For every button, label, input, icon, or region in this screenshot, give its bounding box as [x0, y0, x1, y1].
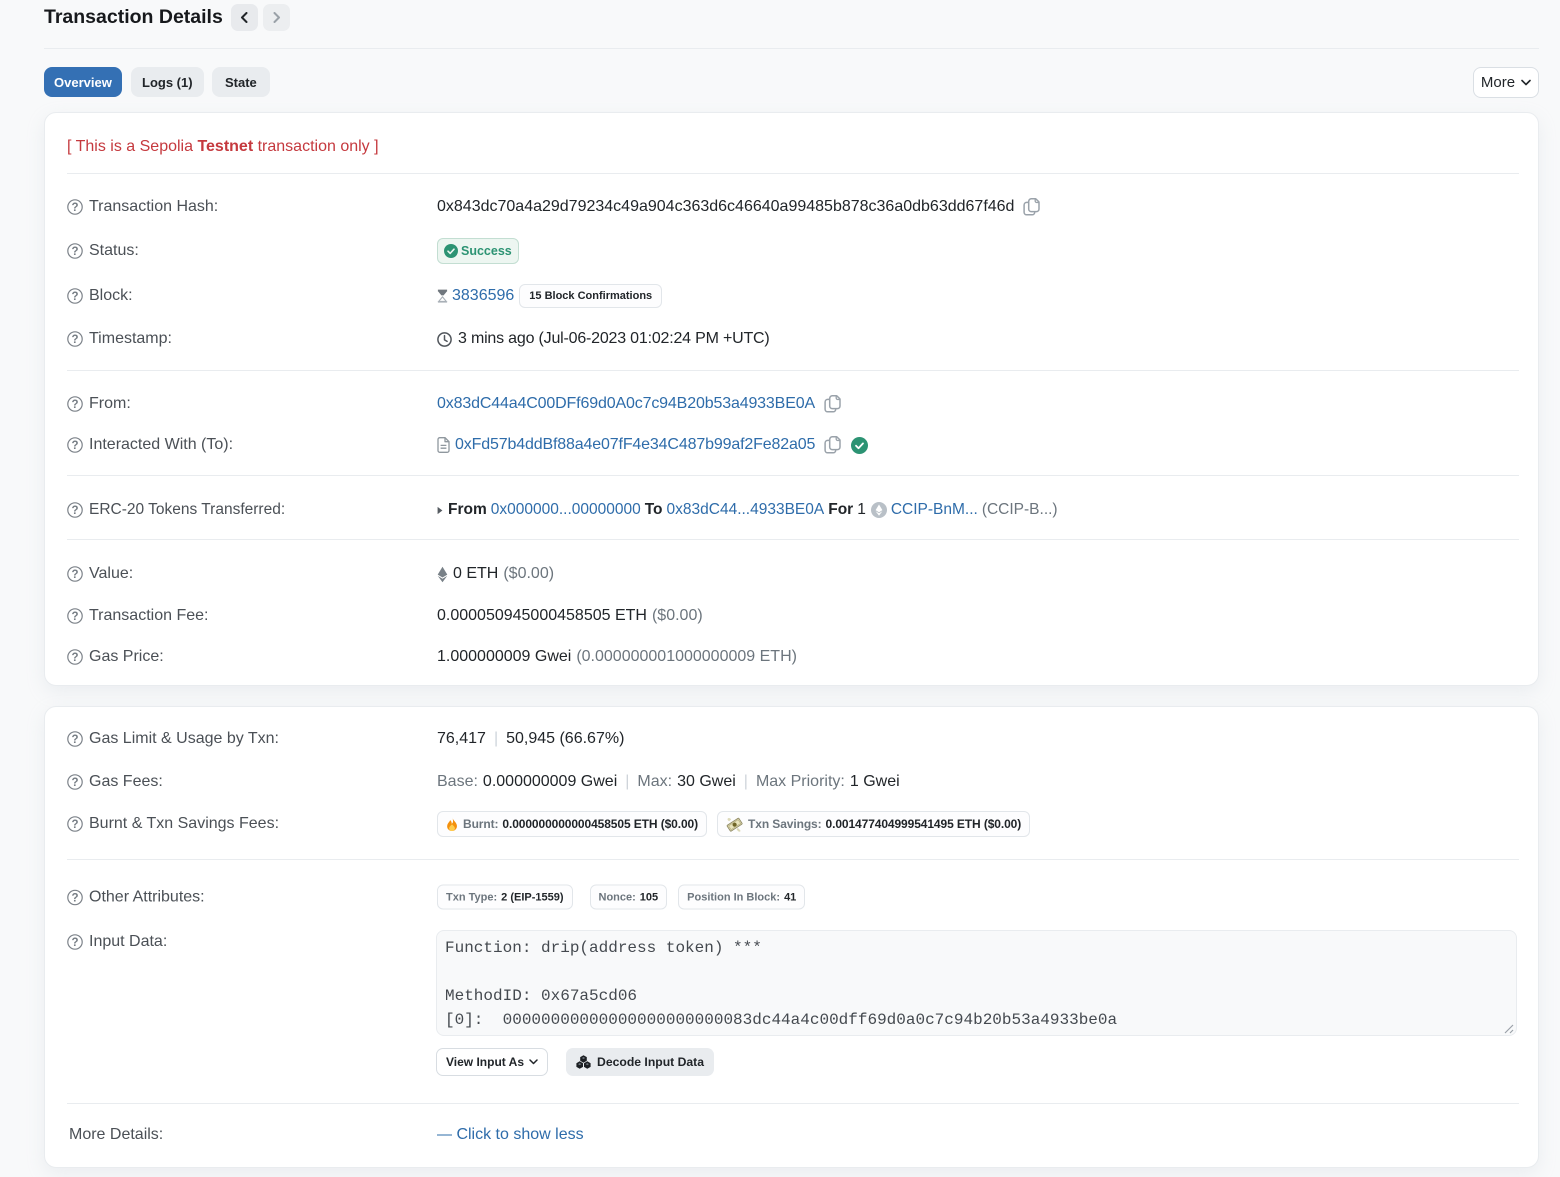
svg-text:?: ? — [71, 819, 78, 831]
svg-text:?: ? — [71, 440, 78, 452]
svg-text:?: ? — [71, 291, 78, 303]
svg-text:?: ? — [71, 652, 78, 664]
svg-text:?: ? — [71, 505, 78, 517]
svg-text:?: ? — [71, 777, 78, 789]
svg-text:?: ? — [71, 246, 78, 258]
svg-text:?: ? — [71, 202, 78, 214]
svg-text:?: ? — [71, 334, 78, 346]
svg-text:?: ? — [71, 734, 78, 746]
svg-text:?: ? — [71, 892, 78, 904]
svg-text:?: ? — [71, 569, 78, 581]
svg-text:?: ? — [71, 611, 78, 623]
svg-text:?: ? — [71, 937, 78, 949]
svg-text:?: ? — [71, 399, 78, 411]
